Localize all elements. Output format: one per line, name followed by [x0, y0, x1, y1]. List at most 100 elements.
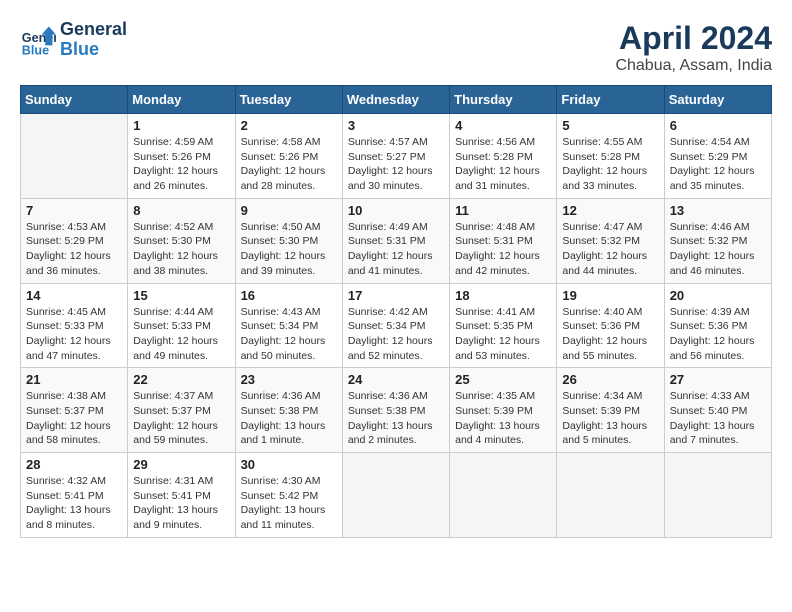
day-cell: 28 Sunrise: 4:32 AM Sunset: 5:41 PM Dayli…: [21, 453, 128, 538]
day-cell: 18 Sunrise: 4:41 AM Sunset: 5:35 PM Dayli…: [450, 283, 557, 368]
header-cell-sunday: Sunday: [21, 86, 128, 114]
day-cell: 1 Sunrise: 4:59 AM Sunset: 5:26 PM Daylig…: [128, 114, 235, 199]
day-number: 28: [26, 457, 122, 472]
day-number: 4: [455, 118, 551, 133]
page-header: General Blue General Blue April 2024 Cha…: [20, 20, 772, 75]
day-info: Sunrise: 4:33 AM Sunset: 5:40 PM Dayligh…: [670, 389, 766, 448]
day-info: Sunrise: 4:47 AM Sunset: 5:32 PM Dayligh…: [562, 220, 658, 279]
day-cell: 13Sunrise: 4:46 AM Sunset: 5:32 PM Dayli…: [664, 198, 771, 283]
day-number: 18: [455, 288, 551, 303]
day-number: 21: [26, 372, 122, 387]
day-cell: 12 Sunrise: 4:47 AM Sunset: 5:32 PM Dayli…: [557, 198, 664, 283]
title-block: April 2024 Chabua, Assam, India: [615, 20, 772, 75]
header-cell-wednesday: Wednesday: [342, 86, 449, 114]
day-cell: 11Sunrise: 4:48 AM Sunset: 5:31 PM Dayli…: [450, 198, 557, 283]
day-cell: 22 Sunrise: 4:37 AM Sunset: 5:37 PM Dayli…: [128, 368, 235, 453]
day-cell: 24 Sunrise: 4:36 AM Sunset: 5:38 PM Dayli…: [342, 368, 449, 453]
day-info: Sunrise: 4:36 AM Sunset: 5:38 PM Dayligh…: [348, 389, 444, 448]
day-number: 20: [670, 288, 766, 303]
day-cell: [664, 453, 771, 538]
day-number: 3: [348, 118, 444, 133]
day-number: 17: [348, 288, 444, 303]
day-cell: 5Sunrise: 4:55 AM Sunset: 5:28 PM Daylig…: [557, 114, 664, 199]
day-cell: 15 Sunrise: 4:44 AM Sunset: 5:33 PM Dayli…: [128, 283, 235, 368]
day-cell: 25Sunrise: 4:35 AM Sunset: 5:39 PM Dayli…: [450, 368, 557, 453]
day-number: 13: [670, 203, 766, 218]
calendar-body: 1 Sunrise: 4:59 AM Sunset: 5:26 PM Daylig…: [21, 114, 772, 538]
week-row-2: 14Sunrise: 4:45 AM Sunset: 5:33 PM Dayli…: [21, 283, 772, 368]
day-number: 9: [241, 203, 337, 218]
day-number: 27: [670, 372, 766, 387]
day-cell: 4 Sunrise: 4:56 AM Sunset: 5:28 PM Daylig…: [450, 114, 557, 199]
day-cell: 19 Sunrise: 4:40 AM Sunset: 5:36 PM Dayli…: [557, 283, 664, 368]
day-cell: [557, 453, 664, 538]
header-cell-friday: Friday: [557, 86, 664, 114]
day-info: Sunrise: 4:38 AM Sunset: 5:37 PM Dayligh…: [26, 389, 122, 448]
day-number: 26: [562, 372, 658, 387]
page-title: April 2024: [615, 20, 772, 57]
day-info: Sunrise: 4:41 AM Sunset: 5:35 PM Dayligh…: [455, 305, 551, 364]
day-cell: 2Sunrise: 4:58 AM Sunset: 5:26 PM Daylig…: [235, 114, 342, 199]
header-cell-monday: Monday: [128, 86, 235, 114]
day-info: Sunrise: 4:53 AM Sunset: 5:29 PM Dayligh…: [26, 220, 122, 279]
header-row: SundayMondayTuesdayWednesdayThursdayFrid…: [21, 86, 772, 114]
day-number: 1: [133, 118, 229, 133]
logo: General Blue General Blue: [20, 20, 127, 60]
calendar-header: SundayMondayTuesdayWednesdayThursdayFrid…: [21, 86, 772, 114]
day-number: 15: [133, 288, 229, 303]
day-number: 30: [241, 457, 337, 472]
day-info: Sunrise: 4:42 AM Sunset: 5:34 PM Dayligh…: [348, 305, 444, 364]
day-cell: 14Sunrise: 4:45 AM Sunset: 5:33 PM Dayli…: [21, 283, 128, 368]
day-number: 19: [562, 288, 658, 303]
day-info: Sunrise: 4:59 AM Sunset: 5:26 PM Dayligh…: [133, 135, 229, 194]
day-cell: 23Sunrise: 4:36 AM Sunset: 5:38 PM Dayli…: [235, 368, 342, 453]
day-info: Sunrise: 4:56 AM Sunset: 5:28 PM Dayligh…: [455, 135, 551, 194]
day-info: Sunrise: 4:48 AM Sunset: 5:31 PM Dayligh…: [455, 220, 551, 279]
day-cell: 8 Sunrise: 4:52 AM Sunset: 5:30 PM Daylig…: [128, 198, 235, 283]
day-cell: 27 Sunrise: 4:33 AM Sunset: 5:40 PM Dayli…: [664, 368, 771, 453]
day-cell: 10 Sunrise: 4:49 AM Sunset: 5:31 PM Dayli…: [342, 198, 449, 283]
day-info: Sunrise: 4:43 AM Sunset: 5:34 PM Dayligh…: [241, 305, 337, 364]
week-row-3: 21 Sunrise: 4:38 AM Sunset: 5:37 PM Dayli…: [21, 368, 772, 453]
day-number: 16: [241, 288, 337, 303]
day-number: 22: [133, 372, 229, 387]
day-info: Sunrise: 4:39 AM Sunset: 5:36 PM Dayligh…: [670, 305, 766, 364]
day-cell: 16 Sunrise: 4:43 AM Sunset: 5:34 PM Dayli…: [235, 283, 342, 368]
day-number: 24: [348, 372, 444, 387]
day-number: 14: [26, 288, 122, 303]
week-row-0: 1 Sunrise: 4:59 AM Sunset: 5:26 PM Daylig…: [21, 114, 772, 199]
calendar-table: SundayMondayTuesdayWednesdayThursdayFrid…: [20, 85, 772, 538]
header-cell-tuesday: Tuesday: [235, 86, 342, 114]
day-cell: 21 Sunrise: 4:38 AM Sunset: 5:37 PM Dayli…: [21, 368, 128, 453]
day-cell: 3Sunrise: 4:57 AM Sunset: 5:27 PM Daylig…: [342, 114, 449, 199]
day-number: 23: [241, 372, 337, 387]
day-number: 12: [562, 203, 658, 218]
day-info: Sunrise: 4:37 AM Sunset: 5:37 PM Dayligh…: [133, 389, 229, 448]
day-number: 29: [133, 457, 229, 472]
logo-text-blue: Blue: [60, 40, 127, 60]
day-info: Sunrise: 4:54 AM Sunset: 5:29 PM Dayligh…: [670, 135, 766, 194]
week-row-1: 7Sunrise: 4:53 AM Sunset: 5:29 PM Daylig…: [21, 198, 772, 283]
day-info: Sunrise: 4:49 AM Sunset: 5:31 PM Dayligh…: [348, 220, 444, 279]
day-info: Sunrise: 4:44 AM Sunset: 5:33 PM Dayligh…: [133, 305, 229, 364]
day-cell: 7Sunrise: 4:53 AM Sunset: 5:29 PM Daylig…: [21, 198, 128, 283]
header-cell-thursday: Thursday: [450, 86, 557, 114]
day-info: Sunrise: 4:34 AM Sunset: 5:39 PM Dayligh…: [562, 389, 658, 448]
day-info: Sunrise: 4:40 AM Sunset: 5:36 PM Dayligh…: [562, 305, 658, 364]
week-row-4: 28 Sunrise: 4:32 AM Sunset: 5:41 PM Dayli…: [21, 453, 772, 538]
day-number: 6: [670, 118, 766, 133]
day-number: 2: [241, 118, 337, 133]
day-cell: [21, 114, 128, 199]
logo-text-general: General: [60, 20, 127, 40]
day-cell: 9 Sunrise: 4:50 AM Sunset: 5:30 PM Daylig…: [235, 198, 342, 283]
day-cell: 6 Sunrise: 4:54 AM Sunset: 5:29 PM Daylig…: [664, 114, 771, 199]
svg-text:Blue: Blue: [22, 43, 49, 57]
day-info: Sunrise: 4:50 AM Sunset: 5:30 PM Dayligh…: [241, 220, 337, 279]
day-info: Sunrise: 4:31 AM Sunset: 5:41 PM Dayligh…: [133, 474, 229, 533]
day-cell: [450, 453, 557, 538]
logo-icon: General Blue: [20, 22, 56, 58]
day-number: 10: [348, 203, 444, 218]
day-info: Sunrise: 4:52 AM Sunset: 5:30 PM Dayligh…: [133, 220, 229, 279]
day-info: Sunrise: 4:32 AM Sunset: 5:41 PM Dayligh…: [26, 474, 122, 533]
day-number: 8: [133, 203, 229, 218]
